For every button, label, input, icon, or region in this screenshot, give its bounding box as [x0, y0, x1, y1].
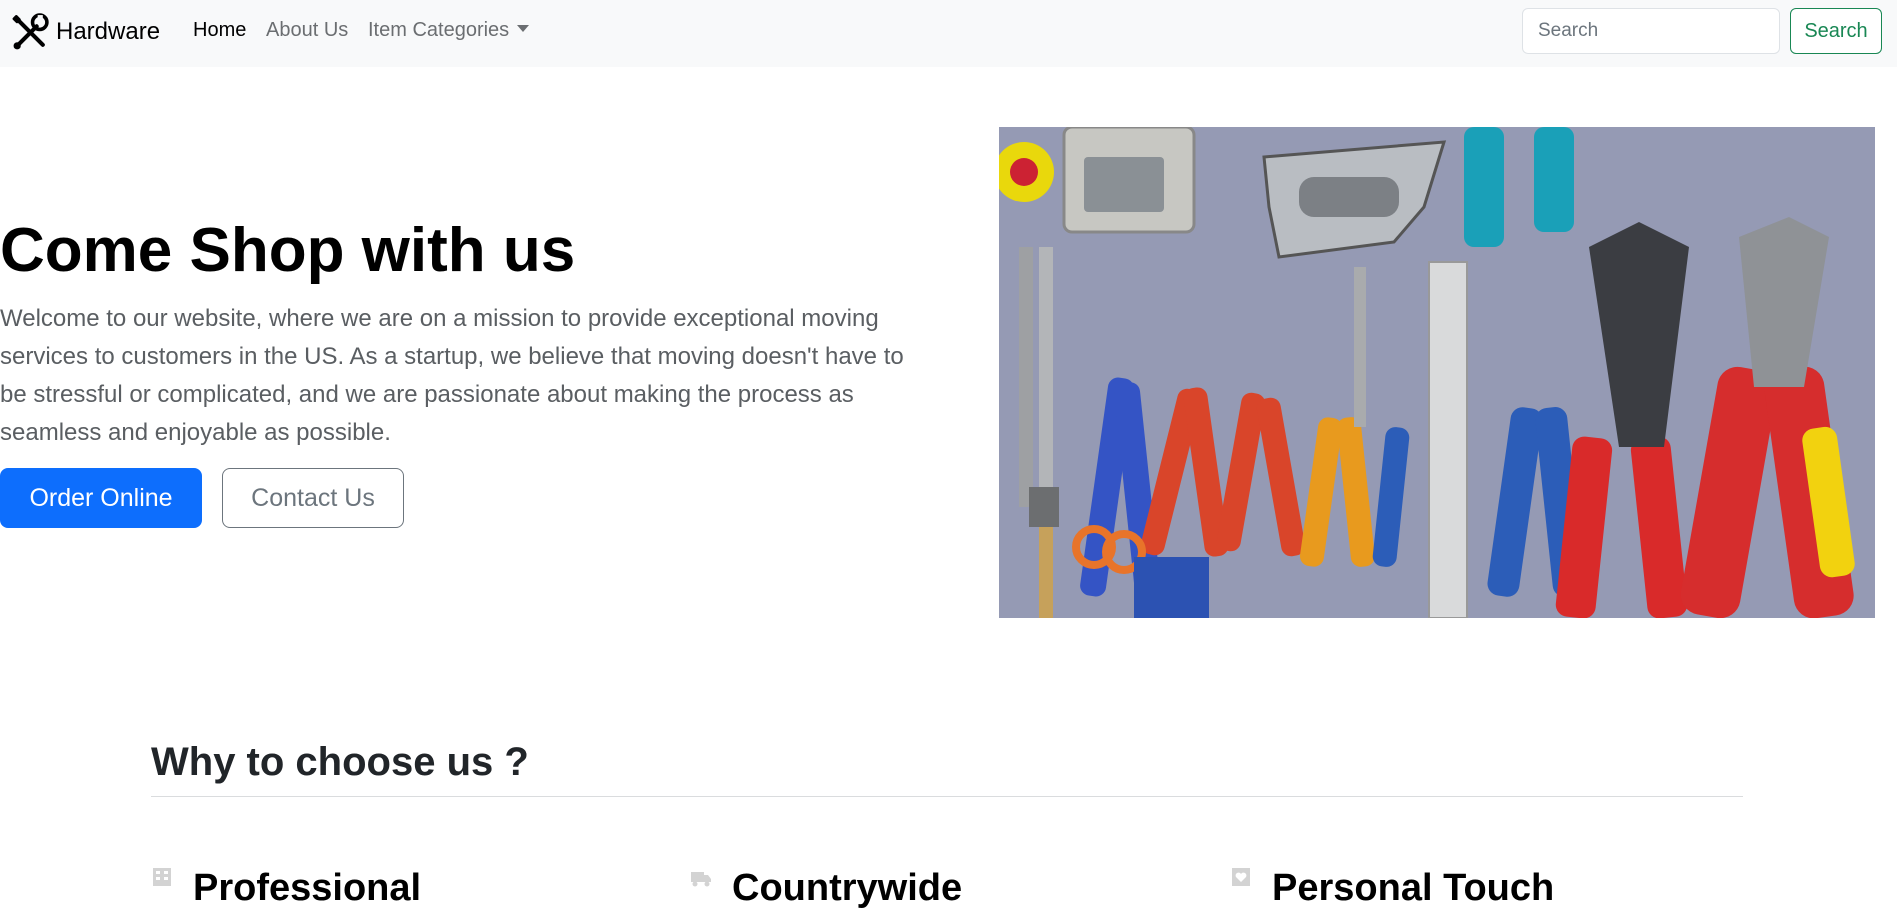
feature-countrywide: Countrywide — [690, 862, 962, 914]
chevron-down-icon — [517, 25, 530, 32]
hero-tools-image — [999, 127, 1875, 618]
tools-icon — [12, 12, 49, 49]
search-button[interactable]: Search — [1790, 8, 1882, 54]
feature-professional: Professional — [151, 862, 421, 914]
nav-home[interactable]: Home — [193, 19, 246, 42]
nav-item-categories[interactable]: Item Categories — [368, 19, 530, 42]
divider — [151, 796, 1743, 797]
hero-title: Come Shop with us — [0, 216, 576, 285]
building-icon — [153, 868, 171, 886]
truck-icon — [691, 872, 711, 887]
order-online-button[interactable]: Order Online — [0, 468, 202, 528]
feature-title: Professional — [193, 867, 422, 909]
navbar: Hardware Home About Us Item Categories S… — [0, 0, 1897, 67]
nav-about-us[interactable]: About Us — [266, 19, 348, 42]
search-input[interactable] — [1522, 8, 1780, 54]
feature-title: Countrywide — [732, 867, 963, 909]
brand-link[interactable]: Hardware — [10, 12, 160, 52]
feature-personal-touch: Personal Touch — [1230, 862, 1554, 914]
brand-text: Hardware — [56, 18, 161, 45]
heart-icon — [1232, 868, 1250, 886]
feature-title: Personal Touch — [1272, 867, 1555, 909]
hero-lead: Welcome to our website, where we are on … — [0, 305, 904, 446]
nav-item-categories-label: Item Categories — [368, 19, 510, 41]
why-title: Why to choose us ? — [151, 740, 529, 784]
contact-us-button[interactable]: Contact Us — [222, 468, 404, 528]
